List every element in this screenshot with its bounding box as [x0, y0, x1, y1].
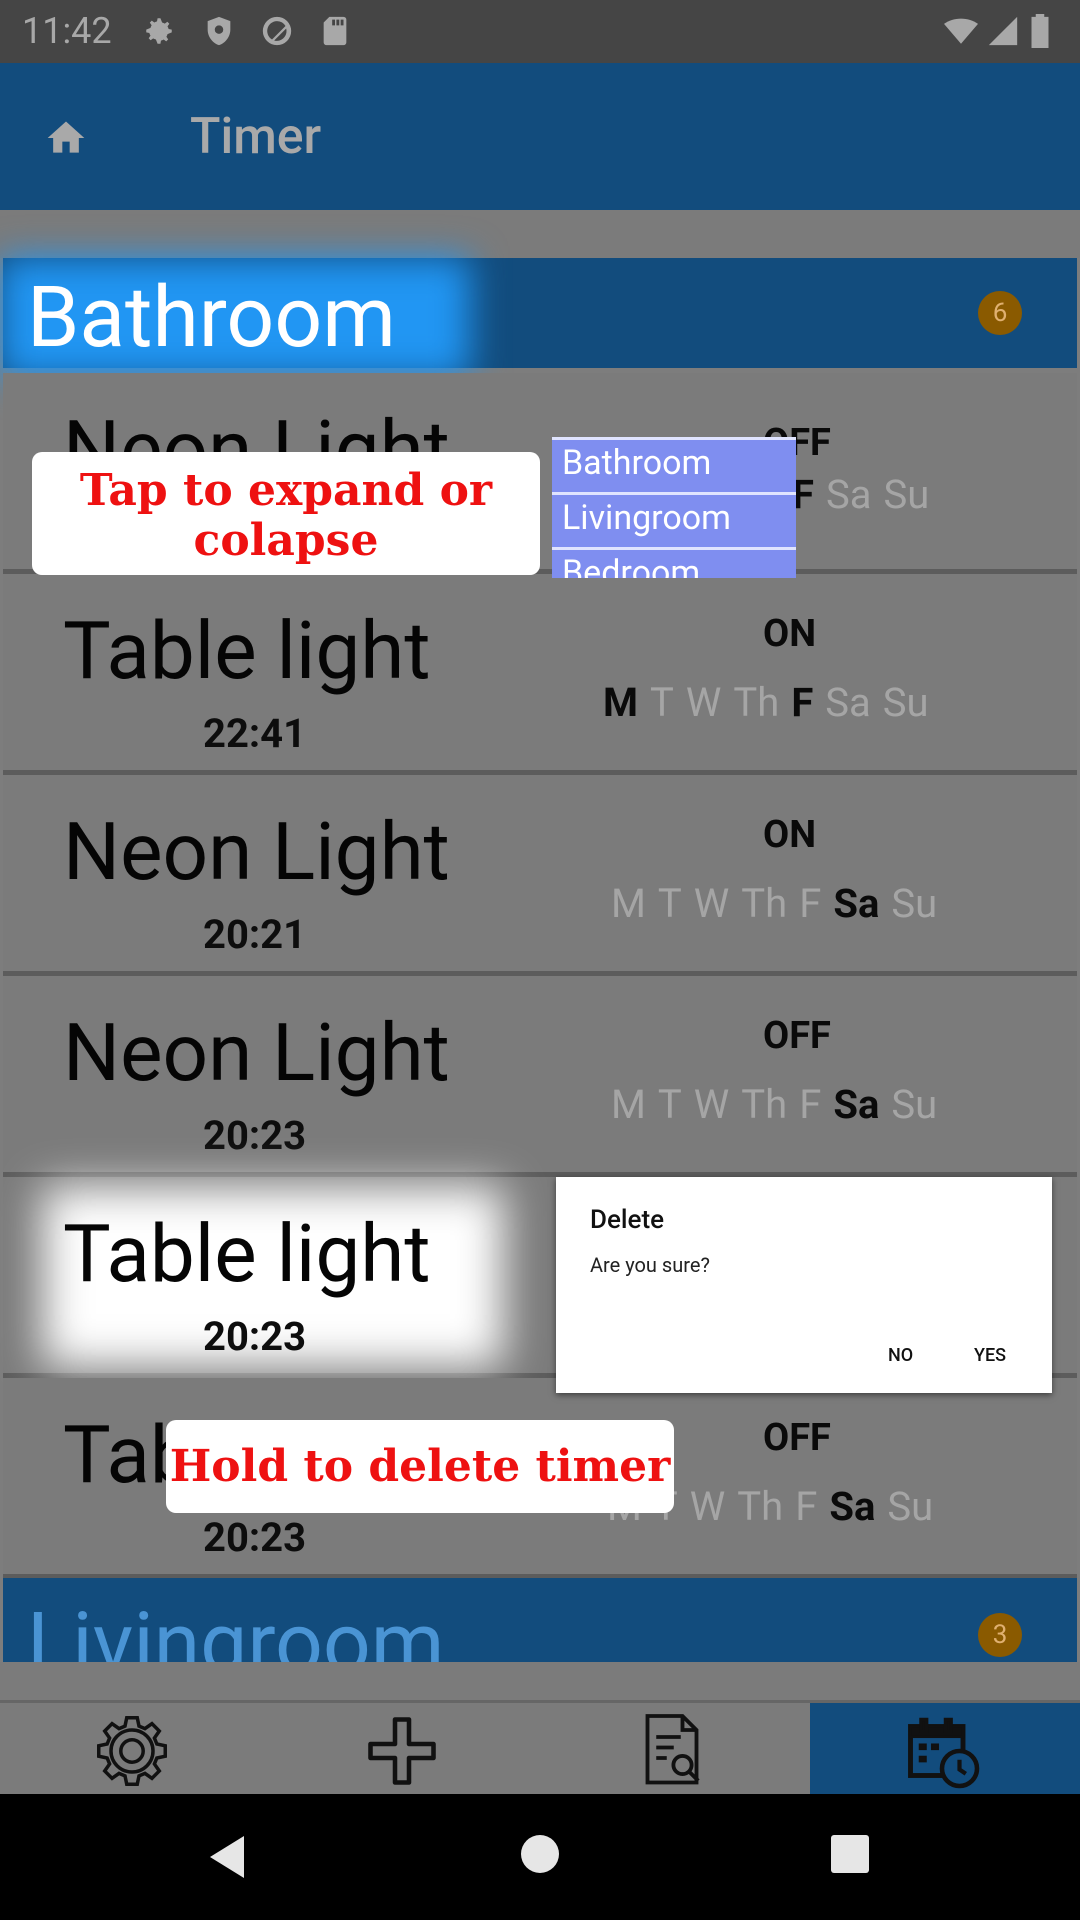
- timer-state: OFF: [763, 1416, 831, 1460]
- add-icon: [368, 1717, 436, 1785]
- timer-state: ON: [763, 612, 817, 656]
- weekday-list: MTWThFSaSu: [603, 679, 941, 726]
- group-count-badge: 3: [978, 1613, 1022, 1657]
- bottom-nav: [0, 1700, 1080, 1797]
- group-count-badge: 6: [978, 291, 1022, 335]
- page-title: Timer: [190, 108, 322, 166]
- device-name: Table light: [63, 604, 431, 698]
- schedule-nav-button[interactable]: [810, 1703, 1080, 1797]
- signal-icon: [986, 14, 1020, 48]
- timer-time: 20:23: [203, 1313, 307, 1360]
- device-name: Neon Light: [63, 1006, 450, 1100]
- annotation-expand: Tap to expand or colapse: [32, 452, 540, 575]
- day-w: W: [693, 1081, 730, 1128]
- dialog-message: Are you sure?: [590, 1253, 710, 1277]
- day-su: Su: [883, 471, 930, 518]
- day-f: F: [795, 1483, 818, 1530]
- day-su: Su: [882, 679, 929, 726]
- log-search-icon: [645, 1714, 700, 1785]
- battery-icon: [1030, 14, 1054, 48]
- day-w: W: [689, 1483, 726, 1530]
- day-w: W: [693, 880, 730, 927]
- delete-dialog: Delete Are you sure? NO YES: [556, 1177, 1052, 1393]
- home-circle-icon[interactable]: [520, 1834, 560, 1878]
- group-selector-popup[interactable]: Bathroom Livingroom Bedroom: [552, 437, 796, 578]
- dialog-title: Delete: [590, 1205, 665, 1235]
- timer-time: 20:23: [203, 1112, 307, 1159]
- group-option[interactable]: Livingroom: [552, 492, 796, 547]
- list-bottom-gap: [0, 1662, 1080, 1700]
- yes-button[interactable]: YES: [974, 1345, 1006, 1366]
- group-option[interactable]: Bathroom: [552, 437, 796, 492]
- gear-icon: [142, 14, 176, 48]
- add-nav-button[interactable]: [270, 1703, 540, 1797]
- group-option[interactable]: Bedroom: [552, 547, 796, 578]
- calendar-clock-icon: [908, 1717, 980, 1789]
- day-sa: Sa: [829, 1483, 876, 1530]
- day-t: T: [657, 1081, 682, 1128]
- day-f: F: [799, 1081, 822, 1128]
- timer-row[interactable]: Table light 22:41 ON M T W Th F Sa Su: [3, 574, 1077, 775]
- day-t: T: [650, 679, 674, 726]
- group-header-bathroom[interactable]: Bathroom 6: [0, 258, 1077, 378]
- status-bar: 11:42: [0, 0, 1080, 63]
- annotation-delete: Hold to delete timer: [166, 1420, 674, 1513]
- day-w: W: [685, 679, 722, 726]
- day-su: Su: [891, 880, 938, 927]
- timer-row[interactable]: Neon Light 20:21 ON M T W Th F Sa Su: [3, 775, 1077, 976]
- day-su: Su: [891, 1081, 938, 1128]
- wifi-icon: [944, 14, 978, 48]
- shield-icon: [202, 14, 236, 48]
- timer-time: 22:41: [203, 710, 307, 757]
- day-t: T: [657, 880, 682, 927]
- day-sa: Sa: [825, 679, 871, 726]
- settings-nav-button[interactable]: [0, 1703, 270, 1797]
- day-m: M: [611, 1081, 646, 1128]
- day-m: M: [603, 679, 639, 726]
- system-nav-bar: [0, 1794, 1080, 1920]
- day-th: Th: [737, 1483, 784, 1530]
- day-f: F: [791, 679, 814, 726]
- back-icon[interactable]: [206, 1834, 250, 1884]
- day-sa: Sa: [833, 1081, 880, 1128]
- recents-icon[interactable]: [830, 1834, 870, 1878]
- weekday-list: MTWThFSaSu: [611, 1081, 949, 1128]
- timer-row[interactable]: Neon Light 20:23 OFF M T W Th F Sa Su: [3, 976, 1077, 1177]
- timer-state: ON: [763, 813, 817, 857]
- day-th: Th: [733, 679, 780, 726]
- weekday-list: MTWThFSaSu: [611, 880, 949, 927]
- settings-icon: [97, 1716, 167, 1786]
- status-time: 11:42: [22, 10, 112, 52]
- day-th: Th: [741, 1081, 788, 1128]
- list-top-gap: [0, 210, 1080, 258]
- group-name: Bathroom: [27, 268, 396, 367]
- day-th: Th: [741, 880, 788, 927]
- day-m: M: [611, 880, 646, 927]
- day-sa: Sa: [825, 471, 872, 518]
- device-name: Neon Light: [63, 805, 450, 899]
- log-nav-button[interactable]: [540, 1703, 810, 1797]
- no-button[interactable]: NO: [888, 1345, 913, 1366]
- day-f: F: [799, 880, 822, 927]
- timer-time: 20:21: [203, 911, 307, 958]
- sd-card-icon: [318, 14, 352, 48]
- app-bar: Timer: [0, 63, 1080, 210]
- timer-state: OFF: [763, 1014, 831, 1058]
- at-icon: [260, 14, 294, 48]
- device-name: Table light: [63, 1207, 431, 1301]
- home-icon[interactable]: [44, 116, 88, 160]
- day-su: Su: [887, 1483, 934, 1530]
- day-sa: Sa: [833, 880, 880, 927]
- timer-time: 20:23: [203, 1514, 307, 1561]
